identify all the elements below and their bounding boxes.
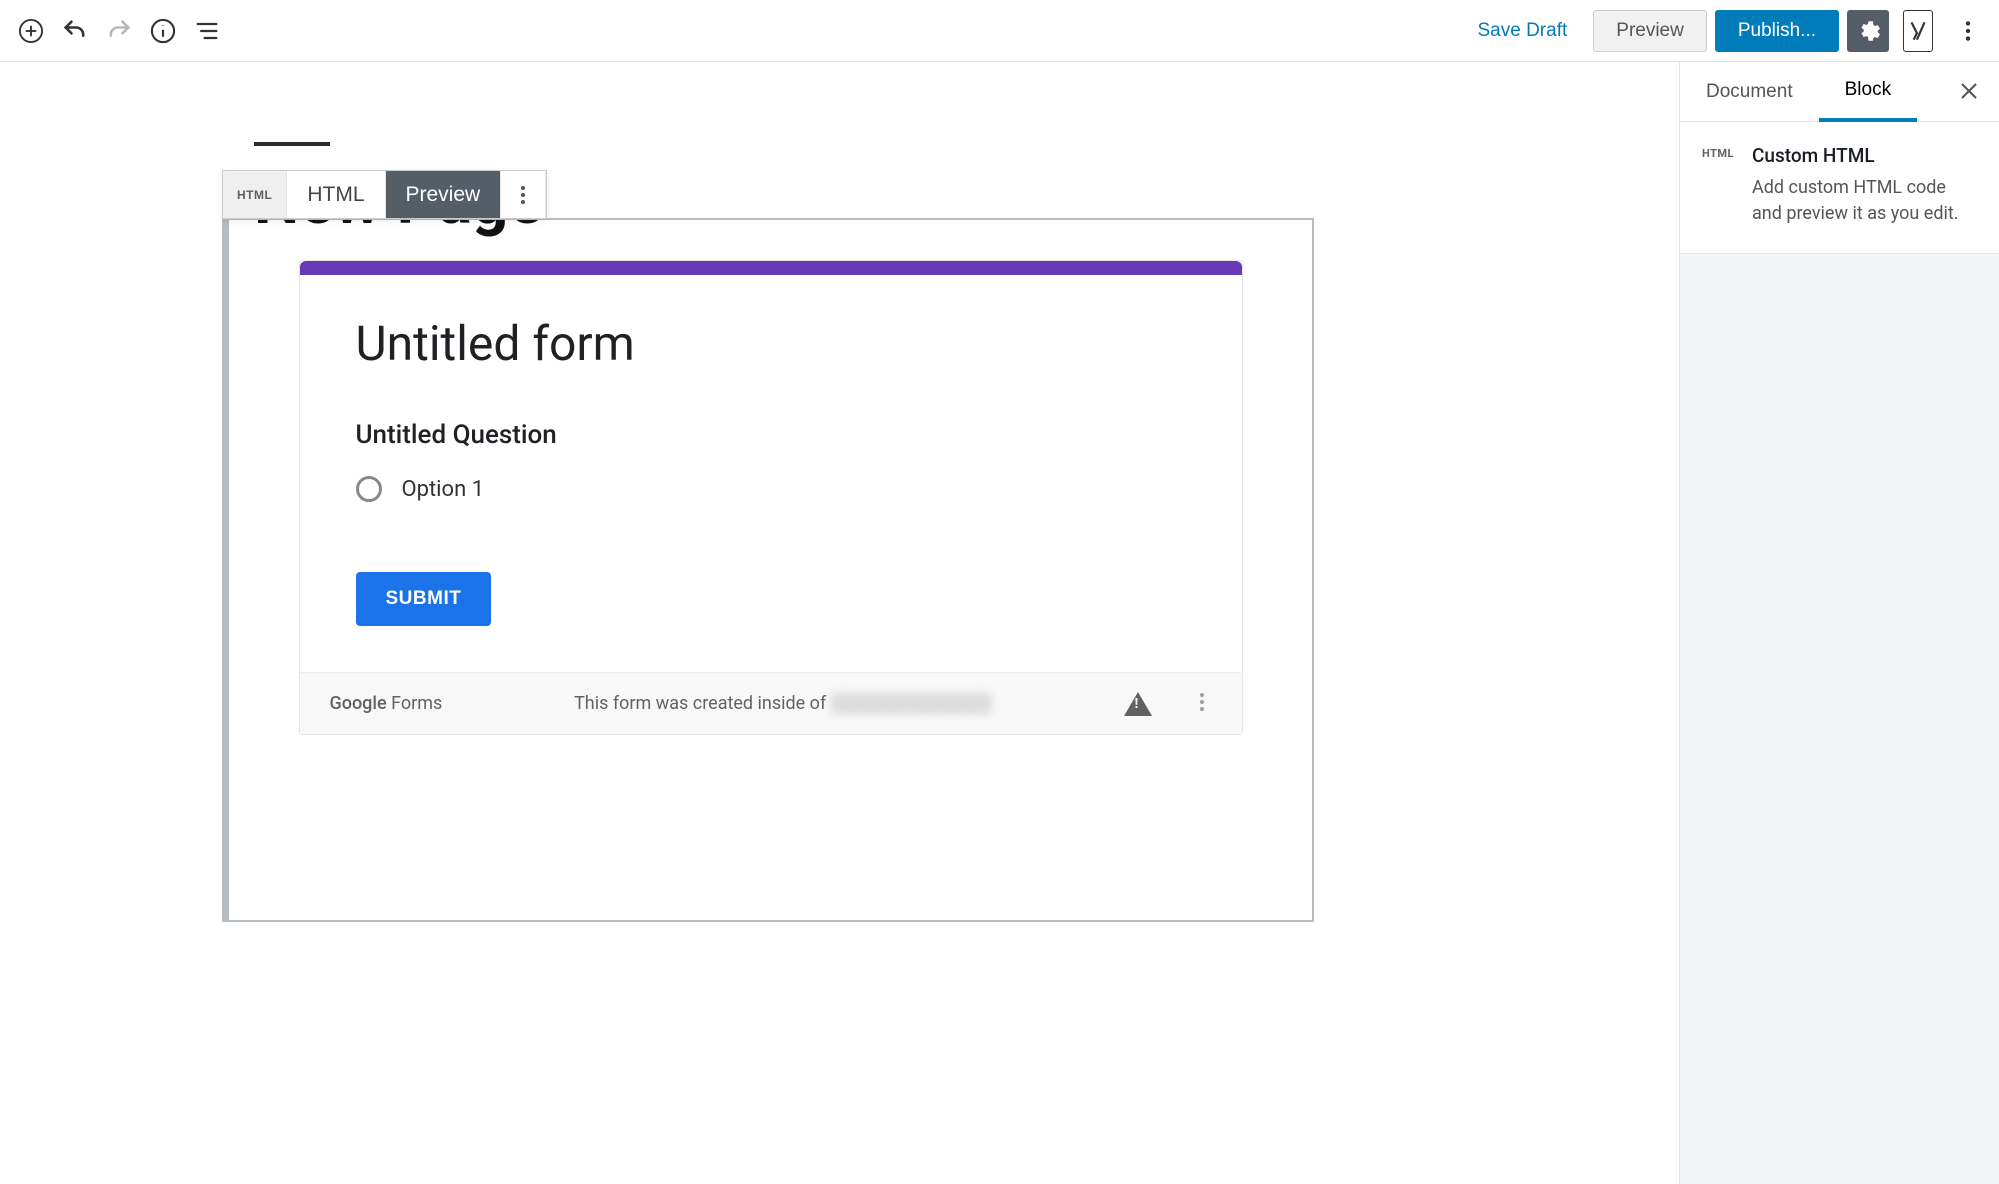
gform-option-1[interactable]: Option 1 bbox=[356, 476, 1186, 502]
redo-icon bbox=[105, 17, 133, 45]
save-draft-button[interactable]: Save Draft bbox=[1460, 10, 1586, 52]
radio-icon bbox=[356, 476, 382, 502]
info-icon bbox=[149, 17, 177, 45]
gform-option-label: Option 1 bbox=[402, 477, 485, 502]
plus-circle-icon bbox=[17, 17, 45, 45]
block-info-desc: Add custom HTML code and preview it as y… bbox=[1752, 175, 1977, 227]
gform-footer: Google Forms This form was created insid… bbox=[300, 672, 1242, 734]
block-toolbar: HTML HTML Preview bbox=[222, 170, 547, 219]
editor-topbar: Save Draft Preview Publish... bbox=[0, 0, 1999, 62]
block-info-panel: HTML Custom HTML Add custom HTML code an… bbox=[1680, 122, 1999, 254]
settings-sidebar: Document Block HTML Custom HTML Add cust… bbox=[1679, 62, 1999, 1184]
topbar-left bbox=[10, 10, 228, 52]
topbar-right: Save Draft Preview Publish... bbox=[1454, 10, 1990, 52]
gform-question: Untitled Question bbox=[356, 420, 1186, 450]
tab-document[interactable]: Document bbox=[1680, 62, 1819, 121]
settings-toggle-button[interactable] bbox=[1847, 10, 1889, 52]
publish-button[interactable]: Publish... bbox=[1715, 10, 1839, 52]
content-info-button[interactable] bbox=[142, 10, 184, 52]
gform-created-text: This form was created inside of ████████… bbox=[482, 693, 1083, 714]
gform-title: Untitled form bbox=[356, 315, 1186, 372]
undo-button[interactable] bbox=[54, 10, 96, 52]
outline-icon bbox=[193, 17, 221, 45]
gear-icon bbox=[1855, 18, 1881, 44]
block-navigation-button[interactable] bbox=[186, 10, 228, 52]
gform-report-button[interactable] bbox=[1124, 692, 1152, 716]
preview-button[interactable]: Preview bbox=[1593, 10, 1707, 52]
undo-icon bbox=[61, 17, 89, 45]
block-type-icon[interactable]: HTML bbox=[223, 171, 287, 218]
gform-more-button[interactable] bbox=[1192, 689, 1212, 718]
close-icon bbox=[1959, 81, 1979, 101]
block-tab-preview[interactable]: Preview bbox=[386, 171, 502, 218]
add-block-button[interactable] bbox=[10, 10, 52, 52]
redo-button[interactable] bbox=[98, 10, 140, 52]
block-preview-area: Untitled form Untitled Question Option 1… bbox=[229, 220, 1312, 920]
more-menu-button[interactable] bbox=[1947, 10, 1989, 52]
editor-main: New Page HTML HTML Preview bbox=[0, 62, 1999, 1184]
sidebar-tabs: Document Block bbox=[1680, 62, 1999, 122]
gform-brand[interactable]: Google Forms bbox=[330, 693, 443, 714]
sidebar-close-button[interactable] bbox=[1951, 74, 1987, 110]
more-vertical-icon bbox=[1198, 690, 1206, 714]
more-vertical-icon bbox=[1955, 18, 1981, 44]
editor-canvas[interactable]: New Page HTML HTML Preview bbox=[0, 62, 1679, 1184]
custom-html-block[interactable]: HTML HTML Preview Untitled form Untit bbox=[222, 218, 1314, 922]
block-tab-html[interactable]: HTML bbox=[287, 171, 385, 218]
yoast-button[interactable] bbox=[1897, 10, 1939, 52]
title-dash bbox=[254, 142, 330, 146]
yoast-icon bbox=[1903, 10, 1933, 52]
block-more-button[interactable] bbox=[501, 171, 546, 218]
block-info-title: Custom HTML bbox=[1752, 144, 1977, 167]
block-info-icon: HTML bbox=[1702, 144, 1734, 227]
tab-block[interactable]: Block bbox=[1819, 63, 1917, 122]
warning-icon bbox=[1124, 692, 1152, 716]
google-form: Untitled form Untitled Question Option 1… bbox=[299, 260, 1243, 735]
gform-submit-button[interactable]: SUBMIT bbox=[356, 572, 492, 626]
more-vertical-icon bbox=[519, 183, 527, 207]
gform-accent-bar bbox=[300, 261, 1242, 275]
